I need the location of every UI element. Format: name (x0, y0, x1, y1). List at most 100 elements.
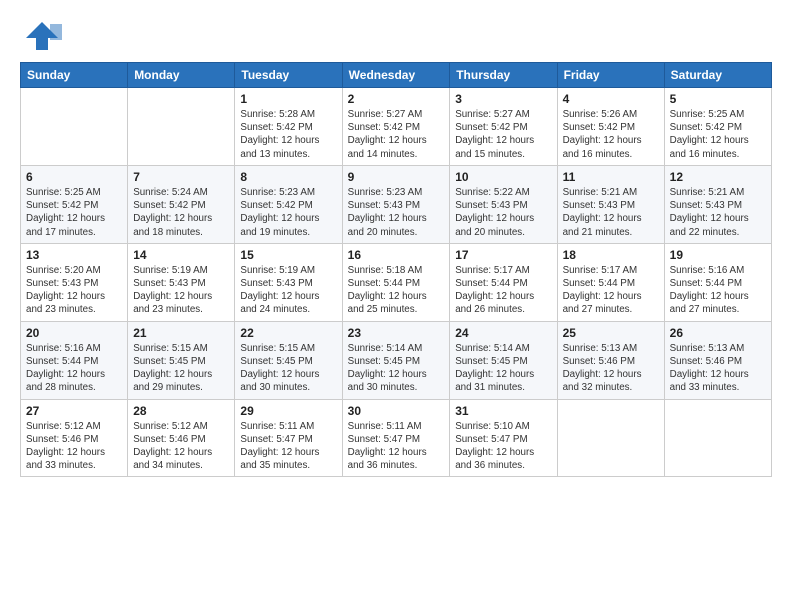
day-number: 30 (348, 404, 445, 418)
day-info: Sunrise: 5:21 AMSunset: 5:43 PMDaylight:… (670, 186, 766, 239)
day-cell: 13 Sunrise: 5:20 AMSunset: 5:43 PMDayligh… (21, 243, 128, 321)
day-info: Sunrise: 5:25 AMSunset: 5:42 PMDaylight:… (670, 108, 766, 161)
day-cell: 1 Sunrise: 5:28 AMSunset: 5:42 PMDaylight… (235, 88, 342, 166)
day-info: Sunrise: 5:13 AMSunset: 5:46 PMDaylight:… (670, 342, 766, 395)
logo (20, 18, 66, 54)
day-info: Sunrise: 5:17 AMSunset: 5:44 PMDaylight:… (455, 264, 551, 317)
day-cell: 26 Sunrise: 5:13 AMSunset: 5:46 PMDayligh… (664, 321, 771, 399)
day-cell: 27 Sunrise: 5:12 AMSunset: 5:46 PMDayligh… (21, 399, 128, 477)
week-row-2: 6Sunrise: 5:25 AMSunset: 5:42 PMDaylight… (21, 165, 772, 243)
weekday-header-thursday: Thursday (450, 63, 557, 88)
day-cell: 8 Sunrise: 5:23 AMSunset: 5:42 PMDaylight… (235, 165, 342, 243)
day-info: Sunrise: 5:12 AMSunset: 5:46 PMDaylight:… (26, 420, 122, 473)
weekday-header-tuesday: Tuesday (235, 63, 342, 88)
day-cell: 20 Sunrise: 5:16 AMSunset: 5:44 PMDayligh… (21, 321, 128, 399)
day-info: Sunrise: 5:18 AMSunset: 5:44 PMDaylight:… (348, 264, 445, 317)
day-cell: 30 Sunrise: 5:11 AMSunset: 5:47 PMDayligh… (342, 399, 450, 477)
day-info: Sunrise: 5:23 AMSunset: 5:43 PMDaylight:… (348, 186, 445, 239)
day-number: 13 (26, 248, 122, 262)
day-cell: 11Sunrise: 5:21 AMSunset: 5:43 PMDayligh… (557, 165, 664, 243)
page: SundayMondayTuesdayWednesdayThursdayFrid… (0, 0, 792, 487)
day-info: Sunrise: 5:11 AMSunset: 5:47 PMDaylight:… (240, 420, 336, 473)
day-number: 24 (455, 326, 551, 340)
header (20, 18, 772, 54)
day-cell: 18 Sunrise: 5:17 AMSunset: 5:44 PMDayligh… (557, 243, 664, 321)
day-info: Sunrise: 5:28 AMSunset: 5:42 PMDaylight:… (240, 108, 336, 161)
day-number: 12 (670, 170, 766, 184)
day-number: 15 (240, 248, 336, 262)
day-info: Sunrise: 5:12 AMSunset: 5:46 PMDaylight:… (133, 420, 229, 473)
week-row-4: 20 Sunrise: 5:16 AMSunset: 5:44 PMDayligh… (21, 321, 772, 399)
day-number: 17 (455, 248, 551, 262)
day-number: 31 (455, 404, 551, 418)
day-info: Sunrise: 5:11 AMSunset: 5:47 PMDaylight:… (348, 420, 445, 473)
day-number: 5 (670, 92, 766, 106)
day-info: Sunrise: 5:24 AMSunset: 5:42 PMDaylight:… (133, 186, 229, 239)
day-cell: 28 Sunrise: 5:12 AMSunset: 5:46 PMDayligh… (128, 399, 235, 477)
day-number: 9 (348, 170, 445, 184)
day-cell (21, 88, 128, 166)
day-cell: 12 Sunrise: 5:21 AMSunset: 5:43 PMDayligh… (664, 165, 771, 243)
day-info: Sunrise: 5:16 AMSunset: 5:44 PMDaylight:… (670, 264, 766, 317)
day-cell (557, 399, 664, 477)
day-number: 21 (133, 326, 229, 340)
day-info: Sunrise: 5:16 AMSunset: 5:44 PMDaylight:… (26, 342, 122, 395)
day-cell: 23 Sunrise: 5:14 AMSunset: 5:45 PMDayligh… (342, 321, 450, 399)
day-cell: 24 Sunrise: 5:14 AMSunset: 5:45 PMDayligh… (450, 321, 557, 399)
day-info: Sunrise: 5:15 AMSunset: 5:45 PMDaylight:… (240, 342, 336, 395)
day-info: Sunrise: 5:19 AMSunset: 5:43 PMDaylight:… (133, 264, 229, 317)
day-number: 29 (240, 404, 336, 418)
day-number: 4 (563, 92, 659, 106)
day-cell: 4Sunrise: 5:26 AMSunset: 5:42 PMDaylight… (557, 88, 664, 166)
day-number: 28 (133, 404, 229, 418)
day-cell: 25Sunrise: 5:13 AMSunset: 5:46 PMDayligh… (557, 321, 664, 399)
week-row-3: 13 Sunrise: 5:20 AMSunset: 5:43 PMDayligh… (21, 243, 772, 321)
day-cell: 5 Sunrise: 5:25 AMSunset: 5:42 PMDaylight… (664, 88, 771, 166)
calendar: SundayMondayTuesdayWednesdayThursdayFrid… (20, 62, 772, 477)
day-cell: 14Sunrise: 5:19 AMSunset: 5:43 PMDayligh… (128, 243, 235, 321)
weekday-header-saturday: Saturday (664, 63, 771, 88)
day-number: 6 (26, 170, 122, 184)
day-info: Sunrise: 5:13 AMSunset: 5:46 PMDaylight:… (563, 342, 659, 395)
day-info: Sunrise: 5:19 AMSunset: 5:43 PMDaylight:… (240, 264, 336, 317)
day-cell: 9 Sunrise: 5:23 AMSunset: 5:43 PMDaylight… (342, 165, 450, 243)
day-cell: 17 Sunrise: 5:17 AMSunset: 5:44 PMDayligh… (450, 243, 557, 321)
day-info: Sunrise: 5:22 AMSunset: 5:43 PMDaylight:… (455, 186, 551, 239)
weekday-header-sunday: Sunday (21, 63, 128, 88)
day-info: Sunrise: 5:20 AMSunset: 5:43 PMDaylight:… (26, 264, 122, 317)
week-row-1: 1 Sunrise: 5:28 AMSunset: 5:42 PMDaylight… (21, 88, 772, 166)
day-number: 20 (26, 326, 122, 340)
day-number: 18 (563, 248, 659, 262)
day-number: 8 (240, 170, 336, 184)
day-cell: 6Sunrise: 5:25 AMSunset: 5:42 PMDaylight… (21, 165, 128, 243)
day-number: 23 (348, 326, 445, 340)
week-row-5: 27 Sunrise: 5:12 AMSunset: 5:46 PMDayligh… (21, 399, 772, 477)
day-number: 22 (240, 326, 336, 340)
day-info: Sunrise: 5:14 AMSunset: 5:45 PMDaylight:… (455, 342, 551, 395)
day-cell (664, 399, 771, 477)
day-number: 11 (563, 170, 659, 184)
day-cell (128, 88, 235, 166)
day-number: 26 (670, 326, 766, 340)
day-number: 3 (455, 92, 551, 106)
day-number: 1 (240, 92, 336, 106)
weekday-header-wednesday: Wednesday (342, 63, 450, 88)
day-cell: 29 Sunrise: 5:11 AMSunset: 5:47 PMDayligh… (235, 399, 342, 477)
day-info: Sunrise: 5:27 AMSunset: 5:42 PMDaylight:… (348, 108, 445, 161)
day-info: Sunrise: 5:23 AMSunset: 5:42 PMDaylight:… (240, 186, 336, 239)
day-info: Sunrise: 5:15 AMSunset: 5:45 PMDaylight:… (133, 342, 229, 395)
day-cell: 22 Sunrise: 5:15 AMSunset: 5:45 PMDayligh… (235, 321, 342, 399)
day-number: 19 (670, 248, 766, 262)
day-cell: 16Sunrise: 5:18 AMSunset: 5:44 PMDayligh… (342, 243, 450, 321)
day-info: Sunrise: 5:17 AMSunset: 5:44 PMDaylight:… (563, 264, 659, 317)
day-info: Sunrise: 5:10 AMSunset: 5:47 PMDaylight:… (455, 420, 551, 473)
day-cell: 7Sunrise: 5:24 AMSunset: 5:42 PMDaylight… (128, 165, 235, 243)
logo-icon (20, 18, 62, 54)
day-cell: 2 Sunrise: 5:27 AMSunset: 5:42 PMDaylight… (342, 88, 450, 166)
day-cell: 15 Sunrise: 5:19 AMSunset: 5:43 PMDayligh… (235, 243, 342, 321)
day-cell: 31 Sunrise: 5:10 AMSunset: 5:47 PMDayligh… (450, 399, 557, 477)
day-number: 27 (26, 404, 122, 418)
day-info: Sunrise: 5:14 AMSunset: 5:45 PMDaylight:… (348, 342, 445, 395)
day-info: Sunrise: 5:27 AMSunset: 5:42 PMDaylight:… (455, 108, 551, 161)
day-number: 2 (348, 92, 445, 106)
